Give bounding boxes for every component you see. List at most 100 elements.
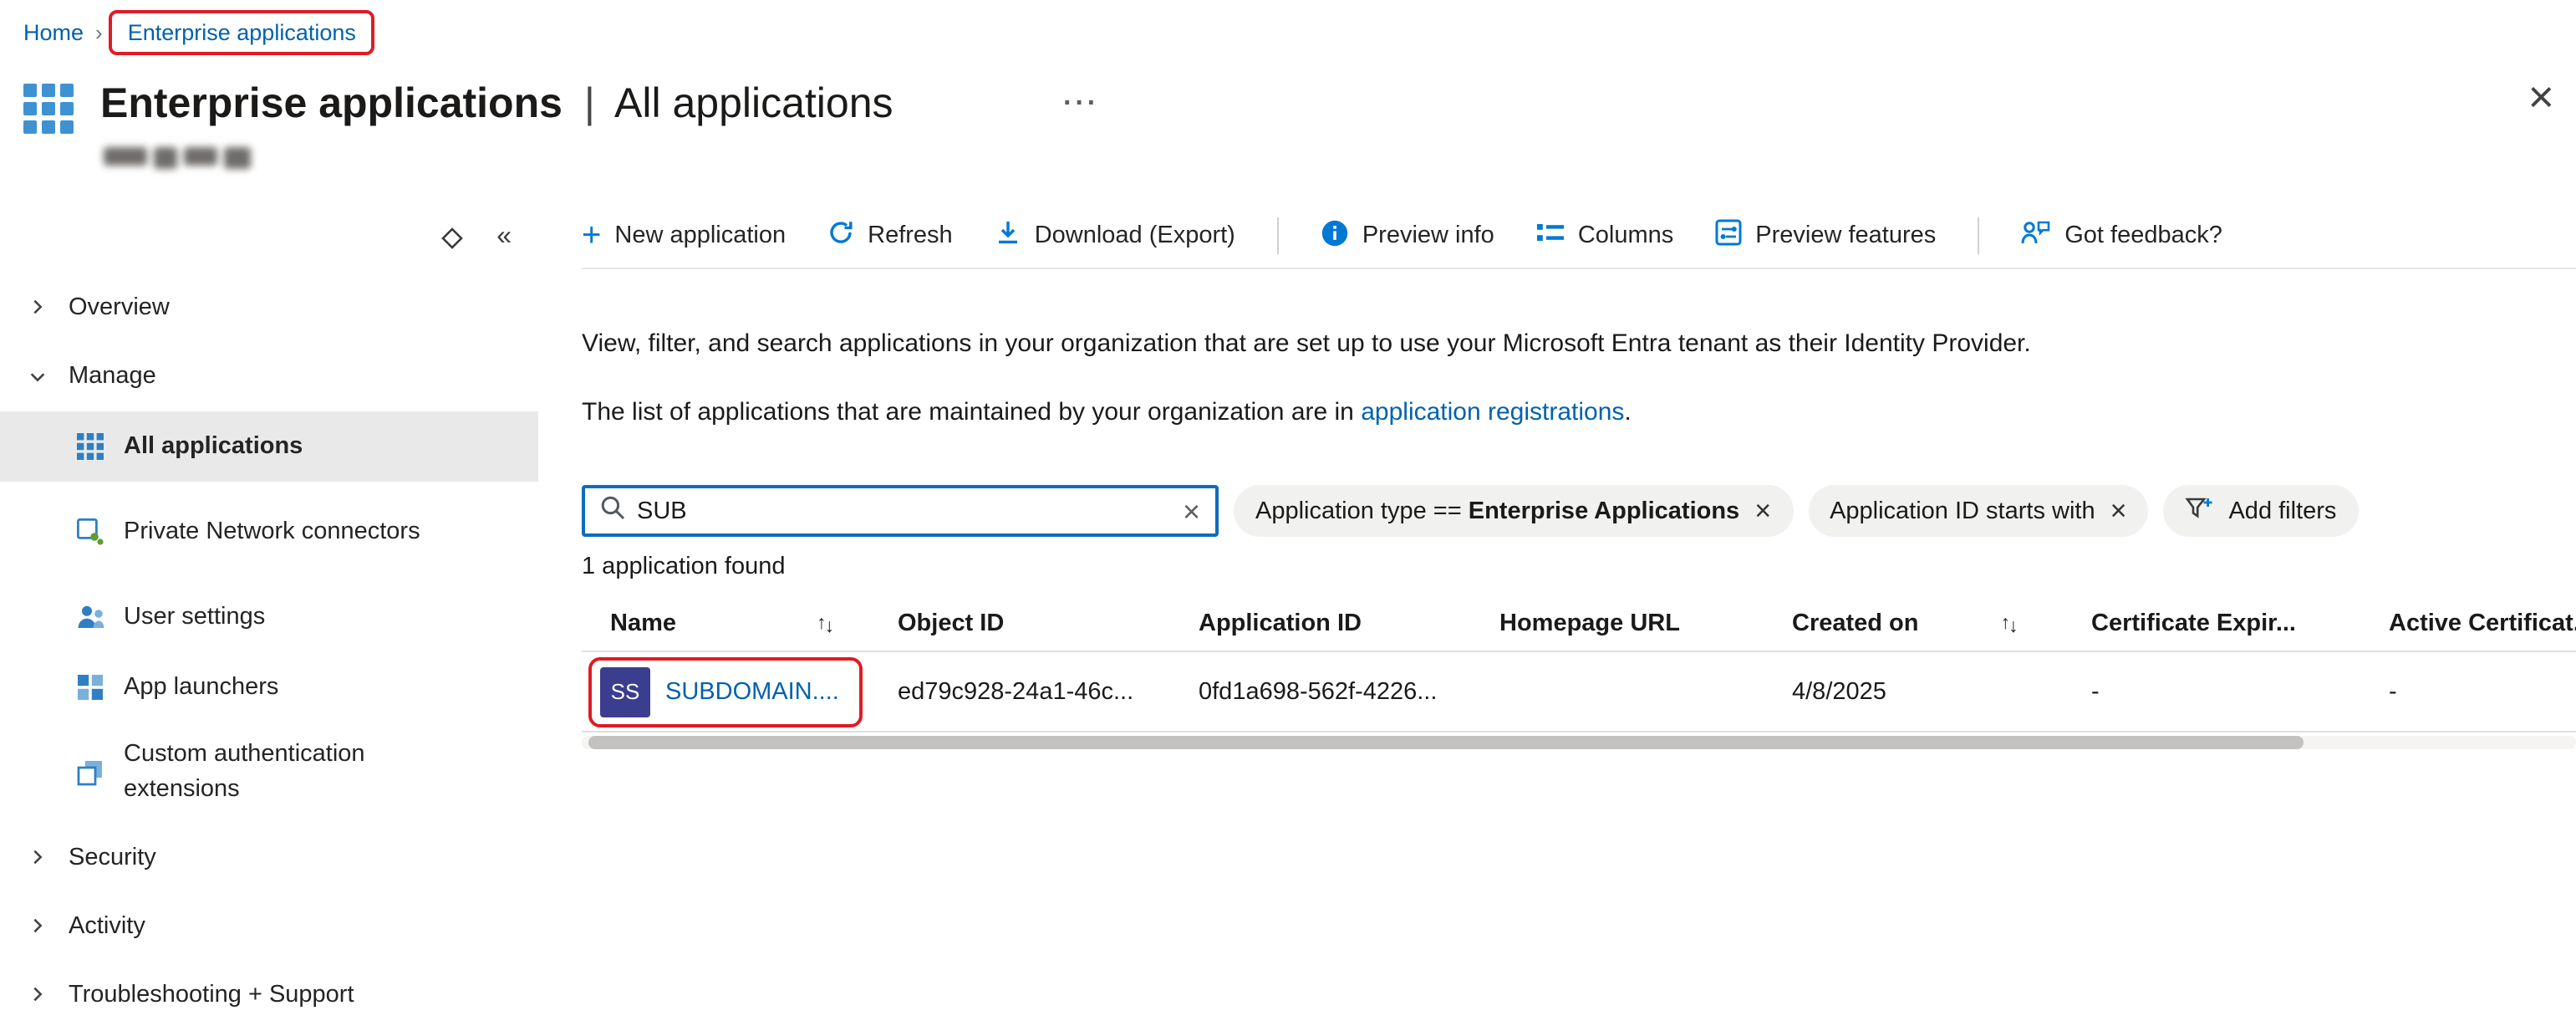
horizontal-scrollbar[interactable] — [582, 736, 2576, 749]
sidebar-item-label: Troubleshooting + Support — [69, 981, 354, 1008]
button-label: Add filters — [2228, 498, 2336, 524]
application-registrations-link[interactable]: application registrations — [1361, 398, 1624, 426]
sidebar-item-label: All applications — [124, 429, 450, 464]
more-commands-button[interactable]: ··· — [1063, 87, 1099, 120]
name-cell: SS SUBDOMAIN.... — [582, 656, 898, 727]
sidebar-nav: Overview Manage All applications — [0, 273, 538, 1028]
toolbar-divider — [1277, 217, 1279, 254]
toolbar-divider — [1978, 217, 1979, 254]
certificate-expiring-cell: - — [2091, 678, 2389, 705]
got-feedback-button[interactable]: Got feedback? — [2021, 219, 2222, 253]
sidebar-item-manage[interactable]: Manage — [0, 341, 538, 411]
new-application-button[interactable]: + New application — [582, 219, 786, 253]
tenant-name-redacted — [104, 147, 251, 169]
sidebar-item-troubleshooting-support[interactable]: Troubleshooting + Support — [0, 960, 538, 1028]
sidebar-controls: « — [0, 217, 538, 258]
sidebar-item-label: Private Network connectors — [124, 514, 450, 549]
registrations-note: The list of applications that are mainta… — [582, 398, 1632, 426]
table-row[interactable]: SS SUBDOMAIN.... ed79c928-24a1-46c... 0f… — [582, 652, 2576, 732]
column-header-certificate-expiring[interactable]: Certificate Expir... — [2091, 610, 2389, 636]
chevron-down-icon — [27, 367, 47, 385]
breadcrumb: Home › Enterprise applications — [23, 10, 374, 55]
columns-button[interactable]: Columns — [1536, 221, 1673, 251]
button-label: Columns — [1578, 222, 1673, 249]
collapse-menu-icon[interactable]: « — [496, 224, 512, 251]
sort-icon[interactable]: ↑↓ — [817, 613, 834, 633]
download-export-button[interactable]: Download (Export) — [995, 219, 1235, 253]
sidebar-item-label: App launchers — [124, 670, 450, 705]
annotation-box-breadcrumb: Enterprise applications — [109, 10, 374, 55]
column-header-object-id[interactable]: Object ID — [898, 610, 1199, 636]
column-header-homepage-url[interactable]: Homepage URL — [1499, 610, 1792, 636]
chevron-right-icon — [27, 298, 47, 316]
application-name-link[interactable]: SUBDOMAIN.... — [665, 678, 839, 705]
search-icon — [600, 494, 625, 528]
chevron-right-icon — [27, 848, 47, 866]
resize-blade-icon[interactable] — [441, 227, 463, 248]
preview-info-button[interactable]: Preview info — [1321, 218, 1494, 253]
button-label: New application — [614, 222, 786, 249]
object-id-cell: ed79c928-24a1-46c... — [898, 678, 1199, 705]
columns-icon — [1536, 221, 1565, 251]
column-header-application-id[interactable]: Application ID — [1199, 610, 1499, 636]
breadcrumb-separator: › — [95, 20, 103, 45]
registrations-note-text: The list of applications that are mainta… — [582, 398, 1361, 426]
search-input[interactable] — [637, 498, 1171, 524]
sidebar-item-user-settings[interactable]: User settings — [0, 582, 538, 652]
info-icon — [1321, 218, 1349, 253]
application-avatar: SS — [600, 666, 650, 717]
refresh-button[interactable]: Refresh — [827, 219, 953, 253]
private-network-connectors-icon — [75, 518, 105, 545]
result-count: 1 application found — [582, 554, 786, 580]
page-title-secondary: All applications — [614, 80, 893, 127]
remove-filter-icon[interactable]: × — [2110, 497, 2127, 525]
preview-features-button[interactable]: Preview features — [1715, 219, 1936, 253]
sidebar-item-app-launchers[interactable]: App launchers — [0, 652, 538, 722]
filter-pill-application-type[interactable]: Application type == Enterprise Applicati… — [1234, 485, 1793, 537]
all-applications-grid-icon — [75, 433, 105, 460]
column-header-active-certificates[interactable]: Active Certificat... — [2389, 610, 2576, 636]
sidebar-item-all-applications[interactable]: All applications — [0, 411, 538, 482]
button-label: Refresh — [868, 222, 953, 249]
close-blade-button[interactable]: × — [2528, 75, 2554, 120]
sidebar-item-label: Activity — [69, 912, 145, 939]
button-label: Download (Export) — [1035, 222, 1235, 249]
download-icon — [995, 219, 1021, 253]
sidebar-item-security[interactable]: Security — [0, 823, 538, 891]
sidebar-item-overview[interactable]: Overview — [0, 273, 538, 341]
sidebar-item-label: Manage — [69, 363, 156, 390]
applications-table: Name ↑↓ Object ID Application ID Homepag… — [582, 595, 2576, 749]
feedback-icon — [2021, 219, 2051, 253]
filter-pill-application-id[interactable]: Application ID starts with × — [1808, 485, 2148, 537]
registrations-note-period: . — [1624, 398, 1631, 426]
breadcrumb-home-link[interactable]: Home — [23, 20, 84, 45]
preview-features-icon — [1715, 219, 1742, 253]
sort-icon[interactable]: ↑↓ — [2001, 613, 2019, 633]
add-filters-button[interactable]: Add filters — [2163, 485, 2358, 537]
application-id-cell: 0fd1a698-562f-4226... — [1199, 678, 1499, 705]
sidebar-item-activity[interactable]: Activity — [0, 891, 538, 960]
scrollbar-thumb[interactable] — [588, 736, 2304, 749]
command-bar: + New application Refresh Download (Expo… — [582, 211, 2576, 261]
sidebar-item-label: Overview — [69, 293, 170, 320]
page-title-separator: | — [584, 80, 595, 127]
annotation-box-application-name: SS SUBDOMAIN.... — [588, 656, 863, 727]
search-box[interactable]: × — [582, 485, 1219, 537]
chevron-right-icon — [27, 985, 47, 1003]
app-launchers-icon — [75, 674, 105, 701]
filter-row: × Application type == Enterprise Applica… — [582, 485, 2576, 537]
sidebar-item-label: Security — [69, 844, 156, 870]
filter-pill-text: Application type == Enterprise Applicati… — [1255, 498, 1739, 524]
sidebar-item-private-network-connectors[interactable]: Private Network connectors — [0, 482, 538, 582]
column-header-name[interactable]: Name ↑↓ — [582, 610, 898, 636]
sidebar-item-custom-authentication-extensions[interactable]: Custom authentication extensions — [0, 722, 538, 823]
clear-search-icon[interactable]: × — [1183, 496, 1200, 526]
active-certificates-cell: - — [2389, 678, 2576, 705]
chevron-right-icon — [27, 916, 47, 935]
sidebar-item-label: Custom authentication extensions — [124, 738, 450, 808]
page-header: Enterprise applications | All applicatio… — [23, 77, 2576, 187]
enterprise-apps-grid-icon — [23, 84, 74, 142]
breadcrumb-current-link[interactable]: Enterprise applications — [128, 20, 356, 45]
remove-filter-icon[interactable]: × — [1754, 497, 1771, 525]
column-header-created-on[interactable]: Created on ↑↓ — [1792, 610, 2091, 636]
